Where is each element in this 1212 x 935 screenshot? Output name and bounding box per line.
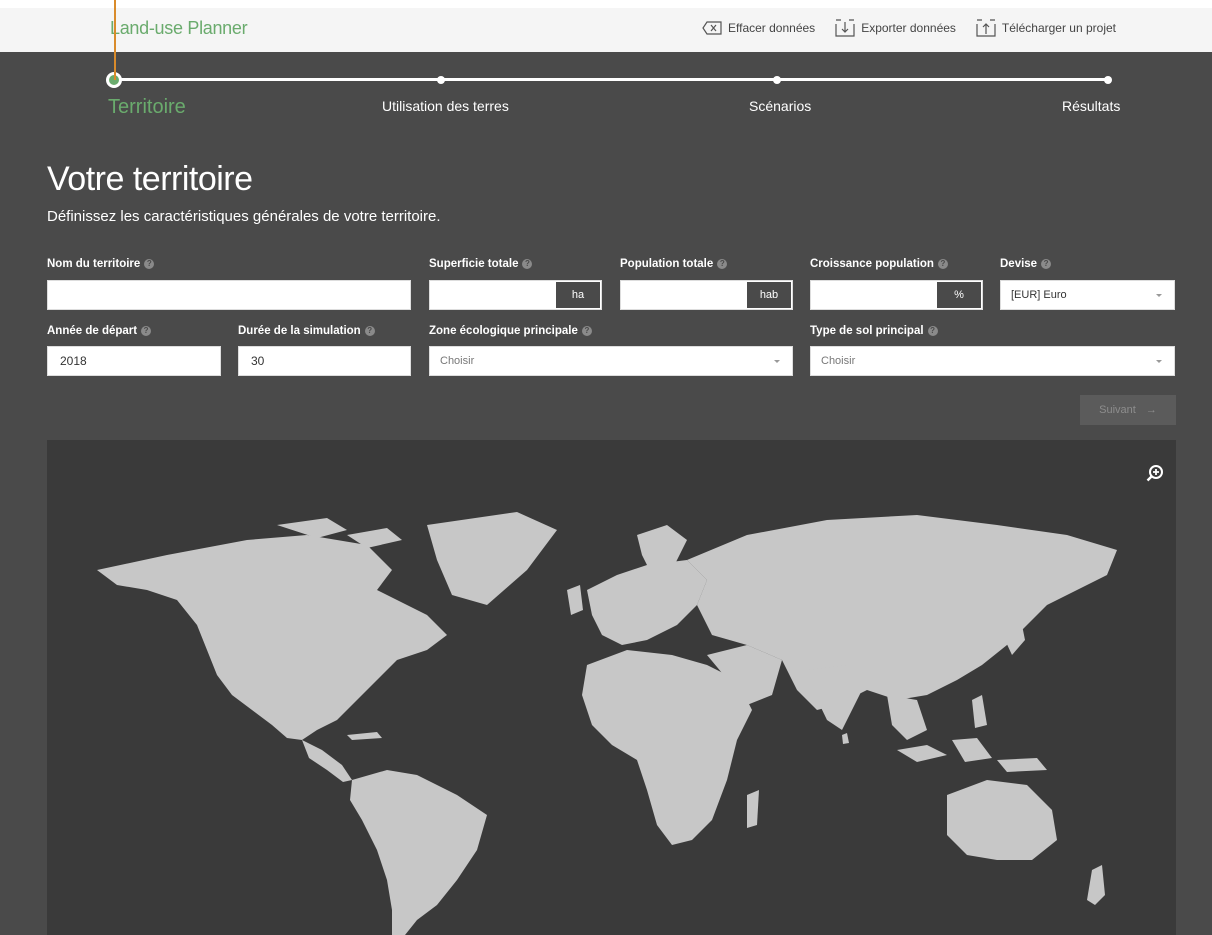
toolbar: Effacer données Exporter données Télécha… (702, 19, 1116, 37)
page-subtitle: Définissez les caractéristiques générale… (47, 208, 441, 225)
step-dot-utilisation[interactable] (437, 76, 445, 84)
population-growth-label: Croissance population ? (810, 258, 948, 270)
total-population-label: Population totale ? (620, 258, 728, 270)
export-data-button[interactable]: Exporter données (835, 19, 956, 37)
help-icon[interactable]: ? (364, 326, 375, 336)
help-icon[interactable]: ? (937, 259, 948, 269)
step-label-territoire[interactable]: Territoire (108, 96, 186, 119)
area-unit: ha (555, 281, 601, 309)
help-icon[interactable]: ? (144, 259, 155, 269)
clear-data-label: Effacer données (728, 21, 816, 35)
step-label-resultats[interactable]: Résultats (1062, 98, 1120, 114)
ecological-zone-select[interactable]: Choisir (429, 346, 793, 376)
next-label: Suivant (1099, 404, 1136, 416)
next-button[interactable]: Suivant → (1080, 395, 1176, 425)
app-title[interactable]: Land-use Planner (110, 18, 248, 39)
upload-icon (976, 19, 996, 37)
export-data-label: Exporter données (861, 21, 956, 35)
clear-data-icon (702, 21, 722, 35)
start-year-label: Année de départ ? (47, 325, 152, 337)
population-unit: hab (746, 281, 792, 309)
upload-project-label: Télécharger un projet (1001, 21, 1116, 35)
population-growth-input[interactable]: % (810, 280, 983, 310)
arrow-right-icon: → (1145, 404, 1157, 416)
currency-select[interactable]: [EUR] Euro (1000, 280, 1175, 310)
currency-label: Devise ? (1000, 258, 1052, 270)
soil-type-select[interactable]: Choisir (810, 346, 1175, 376)
help-icon[interactable]: ? (927, 326, 938, 336)
territory-name-label: Nom du territoire ? (47, 258, 155, 270)
help-icon[interactable]: ? (581, 326, 592, 336)
territory-name-input[interactable] (47, 280, 411, 310)
world-map[interactable] (47, 440, 1176, 935)
world-map-land (97, 512, 1117, 935)
help-icon[interactable]: ? (522, 259, 533, 269)
chevron-down-icon (1156, 360, 1162, 363)
start-year-input[interactable]: 2018 (47, 346, 221, 376)
step-dot-scenarios[interactable] (773, 76, 781, 84)
zoom-in-icon[interactable] (1146, 464, 1164, 487)
chevron-down-icon (1156, 294, 1162, 297)
simulation-duration-input[interactable]: 30 (238, 346, 411, 376)
growth-unit: % (936, 281, 982, 309)
currency-value: [EUR] Euro (1011, 289, 1067, 301)
help-icon[interactable]: ? (717, 259, 728, 269)
orange-pointer-marker (114, 0, 116, 80)
help-icon[interactable]: ? (141, 326, 152, 336)
total-area-label: Superficie totale ? (429, 258, 533, 270)
soil-type-label: Type de sol principal ? (810, 325, 938, 337)
top-bar: Land-use Planner Effacer données Exporte… (0, 0, 1212, 52)
soil-type-value: Choisir (821, 355, 856, 367)
step-label-scenarios[interactable]: Scénarios (749, 98, 811, 114)
ecological-zone-label: Zone écologique principale ? (429, 325, 592, 337)
export-icon (835, 19, 855, 37)
chevron-down-icon (774, 360, 780, 363)
total-population-input[interactable]: hab (620, 280, 793, 310)
total-area-input[interactable]: ha (429, 280, 602, 310)
ecological-zone-value: Choisir (440, 355, 475, 367)
progress-stepper: Territoire Utilisation des terres Scénar… (0, 52, 1212, 132)
stepper-line (116, 78, 1110, 81)
help-icon[interactable]: ? (1041, 259, 1052, 269)
upload-project-button[interactable]: Télécharger un projet (976, 19, 1116, 37)
page-title: Votre territoire (47, 160, 253, 198)
clear-data-button[interactable]: Effacer données (702, 19, 815, 37)
step-dot-resultats[interactable] (1104, 76, 1112, 84)
simulation-duration-label: Durée de la simulation ? (238, 325, 375, 337)
step-label-utilisation[interactable]: Utilisation des terres (382, 98, 509, 114)
